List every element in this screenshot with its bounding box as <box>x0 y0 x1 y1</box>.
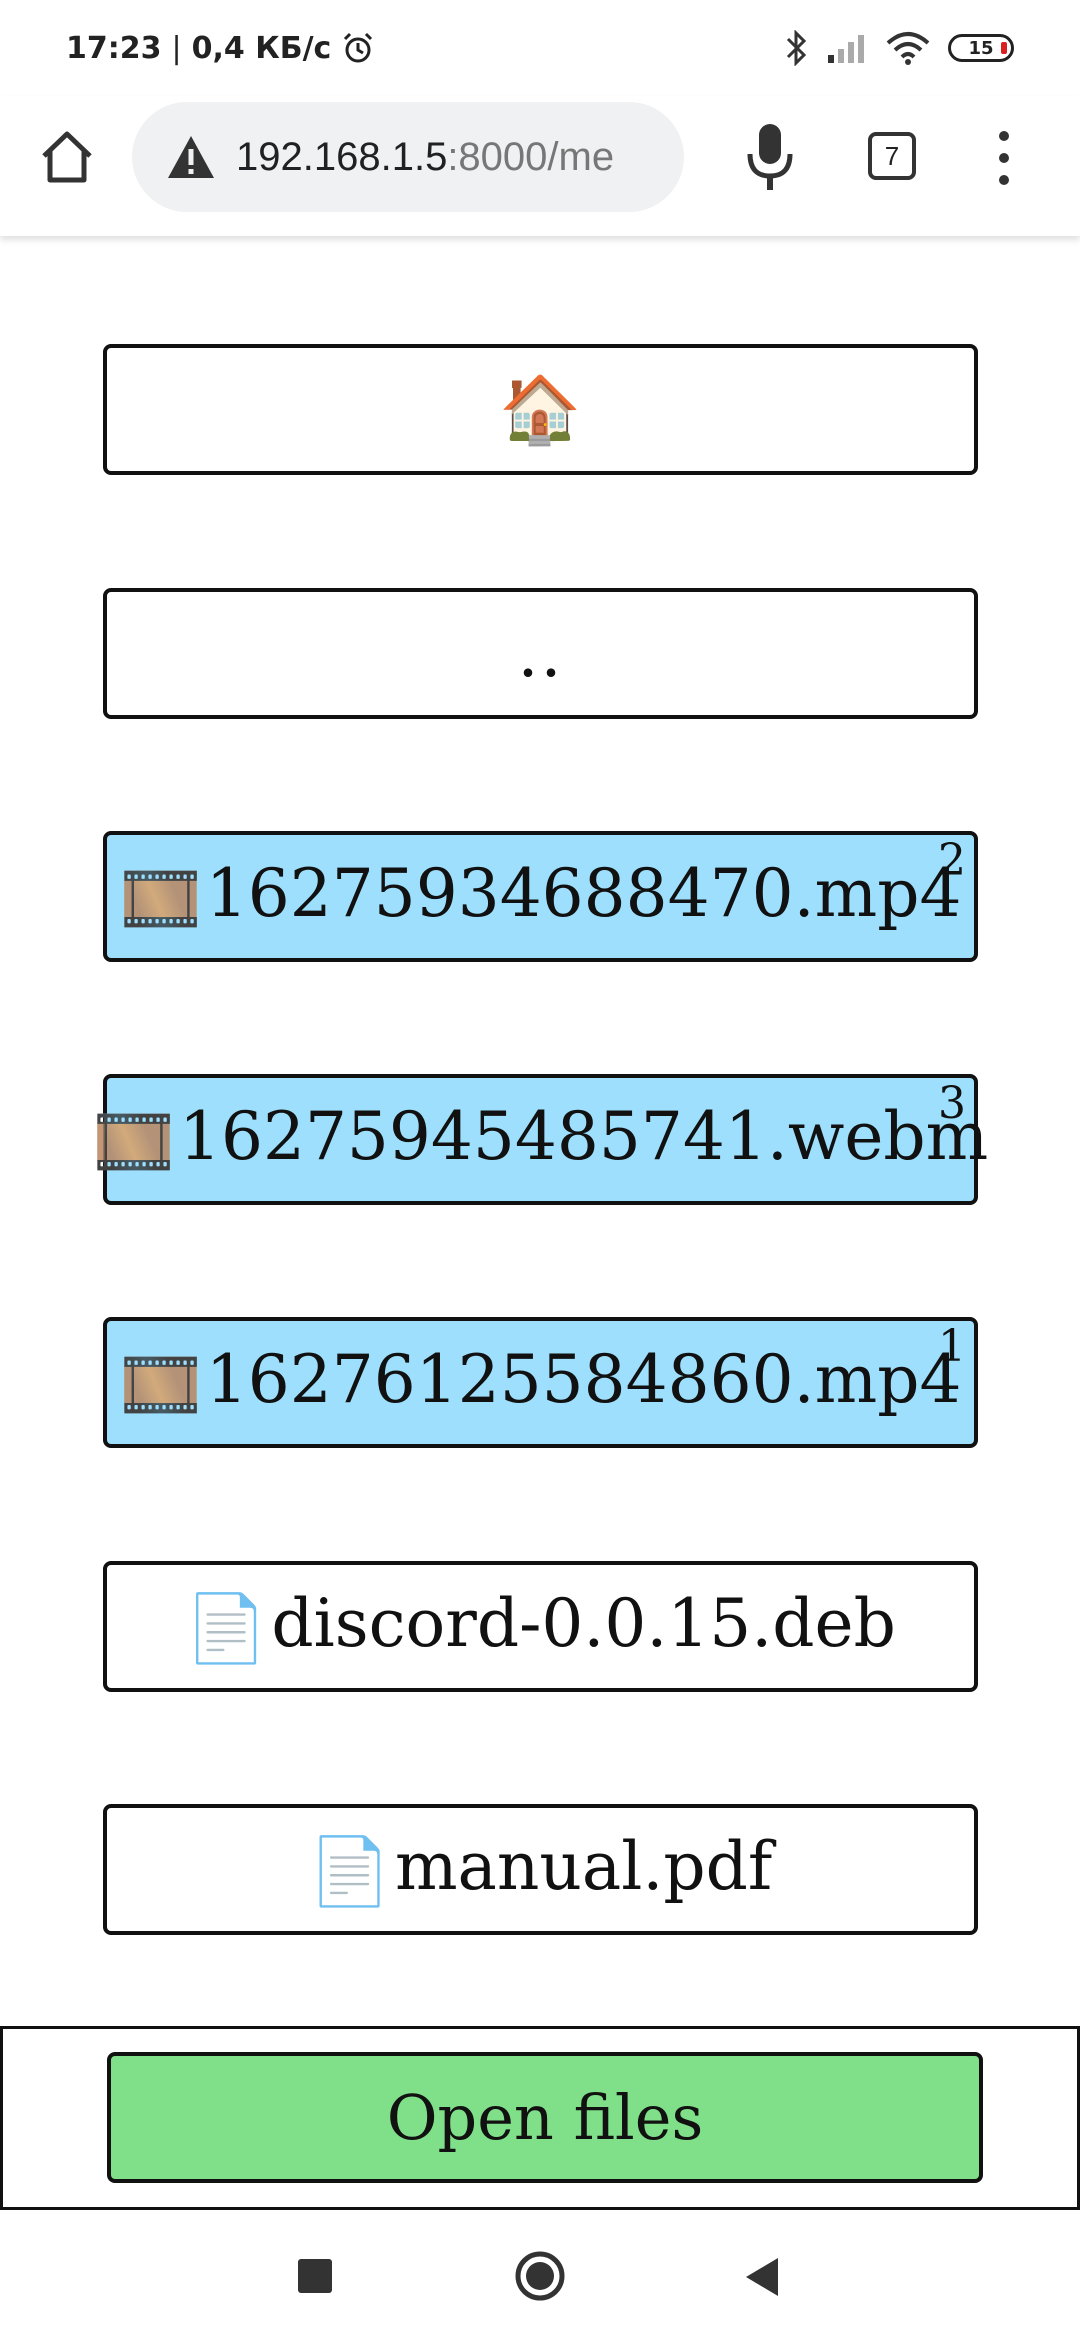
file-entry-video[interactable]: 🎞️16275945485741.webm 3 <box>93 1074 988 1205</box>
tab-count: 7 <box>884 140 900 171</box>
film-icon: 🎞️ <box>92 1103 175 1180</box>
document-icon: 📄 <box>185 1590 268 1667</box>
parent-directory-entry[interactable]: .. <box>103 588 978 719</box>
tab-switcher-button[interactable]: 7 <box>868 132 916 180</box>
network-speed: 0,4 КБ/с <box>191 30 332 66</box>
wifi-icon <box>886 32 930 65</box>
open-files-button[interactable]: Open files <box>107 2052 983 2183</box>
file-entry[interactable]: 📄discord-0.0.15.deb <box>103 1561 978 1692</box>
status-separator: | <box>171 30 182 66</box>
bluetooth-icon <box>786 30 807 66</box>
address-bar[interactable]: 192.168.1.5:8000/me <box>132 102 684 212</box>
recent-apps-icon[interactable] <box>298 2259 332 2293</box>
battery-level: 15 <box>968 37 994 59</box>
warning-icon[interactable] <box>166 134 216 180</box>
file-name: 16275945485741.webm <box>178 1098 989 1175</box>
status-right: 15 <box>784 30 1014 66</box>
file-entry-video[interactable]: 🎞️16276125584860.mp4 1 <box>103 1317 978 1448</box>
navigation-bar <box>0 2212 1080 2340</box>
url-path: :8000/me <box>447 134 615 179</box>
status-bar: 17:23 | 0,4 КБ/с 15 <box>0 0 1080 96</box>
view-count-badge: 1 <box>938 1321 966 1372</box>
cellular-signal-icon <box>828 35 864 63</box>
home-nav-icon[interactable] <box>514 2250 566 2302</box>
status-left: 17:23 | 0,4 КБ/с <box>66 31 375 66</box>
back-icon[interactable] <box>742 2256 782 2298</box>
browser-toolbar: 192.168.1.5:8000/me 7 <box>0 96 1080 236</box>
file-name: 16276125584860.mp4 <box>205 1341 962 1418</box>
battery-icon: 15 <box>948 34 1014 62</box>
file-name: 16275934688470.mp4 <box>205 855 962 932</box>
document-icon: 📄 <box>308 1833 391 1910</box>
home-icon[interactable] <box>34 124 100 190</box>
open-files-label: Open files <box>386 2081 704 2154</box>
file-entry[interactable]: 📄manual.pdf <box>103 1804 978 1935</box>
url-host: 192.168.1.5 <box>236 134 448 179</box>
view-count-badge: 2 <box>938 835 966 886</box>
home-entry[interactable]: 🏠 <box>103 344 978 475</box>
parent-directory-label: .. <box>517 615 564 692</box>
file-name: discord-0.0.15.deb <box>271 1585 896 1662</box>
more-menu-icon[interactable] <box>992 126 1016 190</box>
file-entry-video[interactable]: 🎞️16275934688470.mp4 2 <box>103 831 978 962</box>
film-icon: 🎞️ <box>119 860 202 937</box>
file-name: manual.pdf <box>394 1828 773 1905</box>
microphone-icon[interactable] <box>740 120 800 196</box>
alarm-icon <box>344 32 373 63</box>
status-time: 17:23 <box>66 30 162 66</box>
house-icon: 🏠 <box>499 370 582 448</box>
film-icon: 🎞️ <box>119 1346 202 1423</box>
view-count-badge: 3 <box>938 1078 966 1129</box>
